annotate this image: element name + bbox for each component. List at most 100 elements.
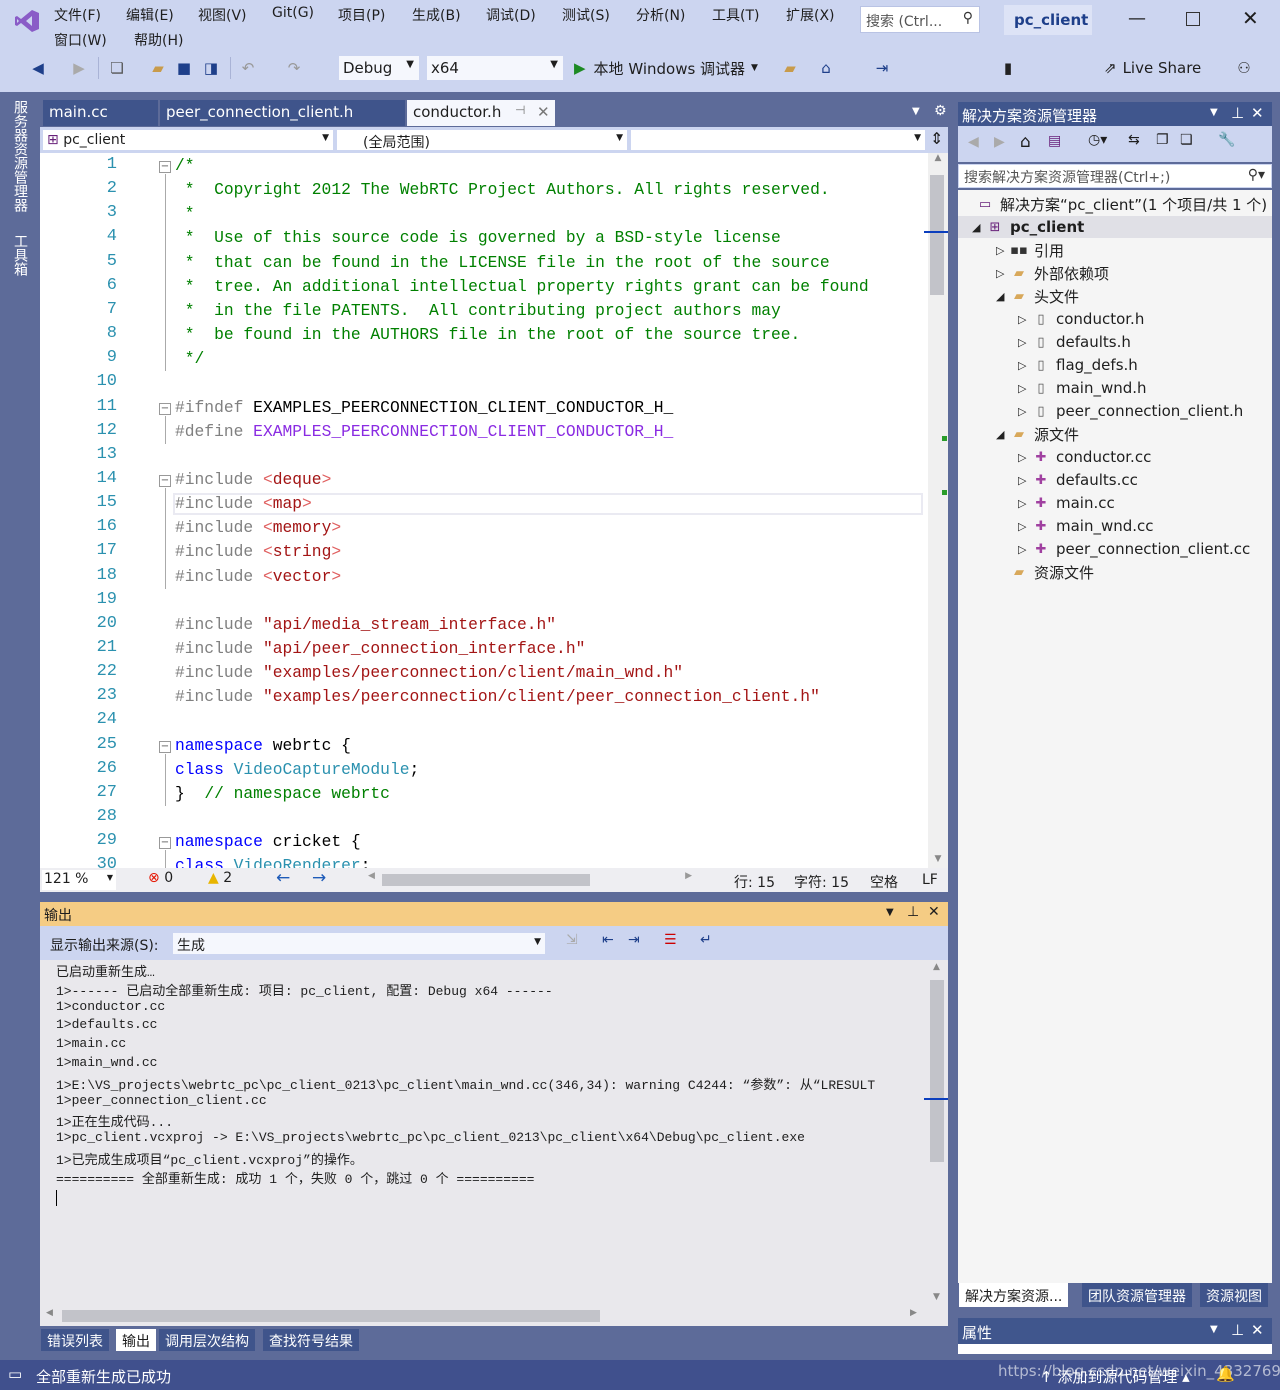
start-debugging-button[interactable]: ▶ 本地 Windows 调试器 ▼ [574,56,758,80]
tab-output[interactable]: 输出 [116,1329,156,1351]
tab-peer-connection-client-h[interactable]: peer_connection_client.h [160,100,405,126]
pin-icon[interactable]: ⊥ [1231,1321,1244,1339]
tree-item[interactable]: ▷ ▯ conductor.h [1018,308,1144,330]
zoom-dropdown[interactable]: 121 % ▼ [42,870,116,890]
save-all-icon[interactable]: ◨ [200,56,222,80]
notifications-icon[interactable]: 🔔 [1216,1365,1235,1383]
close-window-button[interactable]: ✕ [1242,6,1259,30]
minimize-button[interactable]: — [1128,8,1146,29]
tab-error-list[interactable]: 错误列表 [41,1329,109,1351]
menu-item[interactable]: 帮助(H) [134,30,183,50]
menu-item[interactable]: 窗口(W) [54,30,107,50]
tab-call-hierarchy[interactable]: 调用层次结构 [159,1329,255,1351]
maximize-button[interactable] [1186,12,1200,26]
search-box[interactable]: 搜索 (Ctrl... ⚲ [860,6,980,33]
member-dropdown[interactable]: ▼ [630,129,926,151]
solution-search-input[interactable]: 搜索解决方案资源管理器(Ctrl+;) ⚲▾ [958,164,1272,188]
find-in-files-icon[interactable]: ▰ [780,56,800,80]
tree-item[interactable]: ▷ ▯ defaults.h [1018,331,1131,353]
collapsed-arrow-icon[interactable]: ▷ [1018,382,1032,395]
code-editor[interactable]: 1 2 3 4 5 6 7 8 9 10 11 12 13 14 15 16 17 18 19 20 21 22 23 24 2… [40,153,928,868]
navigate-back-arrow-icon[interactable]: ← [276,868,290,888]
editor-horizontal-scrollbar[interactable]: ◀ ▶ [368,871,692,886]
menu-item[interactable]: Git(G) [272,5,314,21]
sync-icon[interactable]: ⇆ [1128,132,1140,148]
collapsed-arrow-icon[interactable]: ▷ [1018,359,1032,372]
tree-item[interactable]: ◢ ⊞ pc_client [958,216,1272,238]
close-panel-icon[interactable]: ✕ [1251,1321,1264,1339]
whitespace-indicator[interactable]: 空格 [870,872,898,892]
expanded-arrow-icon[interactable]: ◢ [972,221,986,234]
tree-item[interactable]: ◢ ▰ 源文件 [996,423,1079,445]
side-tab-toolbox[interactable]: 工具箱 [10,234,30,276]
menu-item[interactable]: 编辑(E) [126,5,174,25]
tree-item[interactable]: ▷ ✚ main.cc [1018,492,1115,514]
tree-item[interactable]: ▷ ▯ flag_defs.h [1018,354,1138,376]
menu-item[interactable]: 视图(V) [198,5,247,25]
close-panel-icon[interactable]: ✕ [1251,104,1264,122]
project-scope-dropdown[interactable]: ⊞ pc_client ▼ [42,129,334,151]
pin-icon[interactable]: ⊣ [515,103,525,117]
tree-item[interactable]: ▭ 解决方案“pc_client”(1 个项目/共 1 个) [972,193,1267,215]
platform-select[interactable]: x64 ▼ [426,55,564,81]
side-tab-server-explorer[interactable]: 服务器资源管理器 [10,100,30,212]
tab-team-explorer[interactable]: 团队资源管理器 [1082,1283,1192,1307]
menu-item[interactable]: 项目(P) [338,5,385,25]
scroll-thumb[interactable] [930,175,944,295]
panel-menu-icon[interactable]: ▼ [1210,107,1218,118]
global-scope-dropdown[interactable]: (全局范围) ▼ [336,129,628,151]
navigate-back-icon[interactable]: ◀ [28,56,48,80]
menu-item[interactable]: 测试(S) [562,5,610,25]
menu-item[interactable]: 文件(F) [54,5,101,25]
new-project-icon[interactable]: ❏ [106,56,128,80]
menu-item[interactable]: 生成(B) [412,5,461,25]
undo-icon[interactable]: ↶ [238,56,258,80]
split-window-icon[interactable]: ⇕ [930,129,943,148]
previous-message-icon[interactable]: ⇤ [602,932,614,948]
pin-icon[interactable]: ⊥ [907,904,919,920]
navigate-forward-icon[interactable]: ▶ [70,56,88,80]
collapsed-arrow-icon[interactable]: ▷ [1018,336,1032,349]
menu-item[interactable]: 工具(T) [712,5,759,25]
tree-item[interactable]: ▷ ✚ defaults.cc [1018,469,1138,491]
feedback-icon[interactable]: ⚇ [1234,56,1254,80]
switch-views-icon[interactable]: ▤ [1048,133,1061,149]
open-file-icon[interactable]: ▰ [148,56,168,80]
line-ending-indicator[interactable]: LF [922,872,938,888]
word-wrap-icon[interactable]: ↵ [700,932,712,948]
panel-menu-icon[interactable]: ▼ [1210,1324,1218,1335]
panel-menu-icon[interactable]: ▼ [886,907,894,918]
output-text[interactable]: 已启动重新生成… 1>------ 已启动全部重新生成: 项目: pc_clien… [40,960,928,1306]
collapsed-arrow-icon[interactable]: ▷ [1018,313,1032,326]
tab-find-symbol-results[interactable]: 查找符号结果 [263,1329,359,1351]
collapse-icon[interactable]: − [159,837,171,850]
go-to-location-icon[interactable]: ⇲ [566,932,578,948]
collapsed-arrow-icon[interactable]: ▷ [996,244,1010,257]
tree-item[interactable]: ▷ ▯ peer_connection_client.h [1018,400,1243,422]
navigate-forward-arrow-icon[interactable]: → [312,868,326,888]
collapsed-arrow-icon[interactable]: ▷ [996,267,1010,280]
tree-item[interactable]: ▷ ▪▪ 引用 [996,239,1064,261]
home-icon[interactable]: ⌂ [816,56,836,80]
live-share-button[interactable]: ⇗ Live Share [1104,56,1201,80]
gear-icon[interactable]: ⚙ [934,103,947,119]
collapse-icon[interactable]: − [159,474,171,487]
output-horizontal-scrollbar[interactable]: ◀ ▶ [40,1306,948,1326]
tab-list-dropdown-icon[interactable]: ▼ [912,106,920,117]
tab-solution-explorer[interactable]: 解决方案资源... [959,1283,1069,1307]
collapse-icon[interactable]: − [159,402,171,415]
menu-item[interactable]: 分析(N) [636,5,685,25]
next-message-icon[interactable]: ⇥ [628,932,640,948]
expanded-arrow-icon[interactable]: ◢ [996,290,1010,303]
save-icon[interactable]: ■ [174,56,194,80]
collapsed-arrow-icon[interactable]: ▷ [1018,497,1032,510]
output-source-dropdown[interactable]: 生成 ▼ [172,932,546,955]
expanded-arrow-icon[interactable]: ◢ [996,428,1010,441]
show-all-files-icon[interactable]: ❏ [1180,132,1193,148]
redo-icon[interactable]: ↷ [284,56,304,80]
tree-item[interactable]: ▷ ✚ main_wnd.cc [1018,515,1154,537]
collapse-icon[interactable]: − [159,161,171,173]
tree-item[interactable]: ▰ 资源文件 [996,561,1094,583]
pending-changes-icon[interactable]: ◷▾ [1088,132,1107,148]
configuration-select[interactable]: Debug ▼ [338,55,420,81]
